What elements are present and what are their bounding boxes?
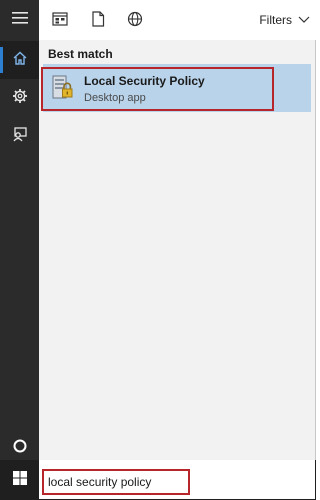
cortana-icon bbox=[12, 438, 28, 459]
web-scope-button[interactable] bbox=[126, 11, 144, 32]
feedback-button[interactable] bbox=[0, 117, 39, 155]
feedback-icon bbox=[12, 126, 28, 147]
hamburger-menu-icon bbox=[11, 11, 28, 30]
documents-scope-button[interactable] bbox=[89, 10, 107, 32]
result-highlight-box bbox=[41, 67, 274, 111]
taskbar bbox=[0, 460, 316, 500]
apps-scope-button[interactable] bbox=[51, 11, 69, 31]
apps-icon bbox=[52, 11, 68, 31]
hamburger-menu-button[interactable] bbox=[0, 1, 39, 39]
search-scope-bar: Filters bbox=[39, 0, 316, 40]
chevron-down-icon bbox=[298, 13, 310, 27]
search-box bbox=[39, 460, 315, 499]
filters-dropdown[interactable]: Filters bbox=[259, 13, 310, 27]
best-match-heading: Best match bbox=[48, 47, 113, 61]
home-icon bbox=[12, 50, 28, 71]
start-button[interactable] bbox=[0, 460, 39, 500]
documents-icon bbox=[91, 10, 105, 32]
filters-label: Filters bbox=[259, 13, 292, 27]
web-icon bbox=[127, 11, 143, 32]
settings-icon bbox=[12, 88, 28, 109]
left-rail bbox=[0, 0, 39, 460]
home-button[interactable] bbox=[0, 41, 39, 79]
windows-start-icon bbox=[12, 470, 28, 491]
settings-button[interactable] bbox=[0, 79, 39, 117]
search-results-panel: Best match Local Security Policy Desktop… bbox=[39, 40, 315, 460]
search-input[interactable] bbox=[42, 469, 190, 495]
